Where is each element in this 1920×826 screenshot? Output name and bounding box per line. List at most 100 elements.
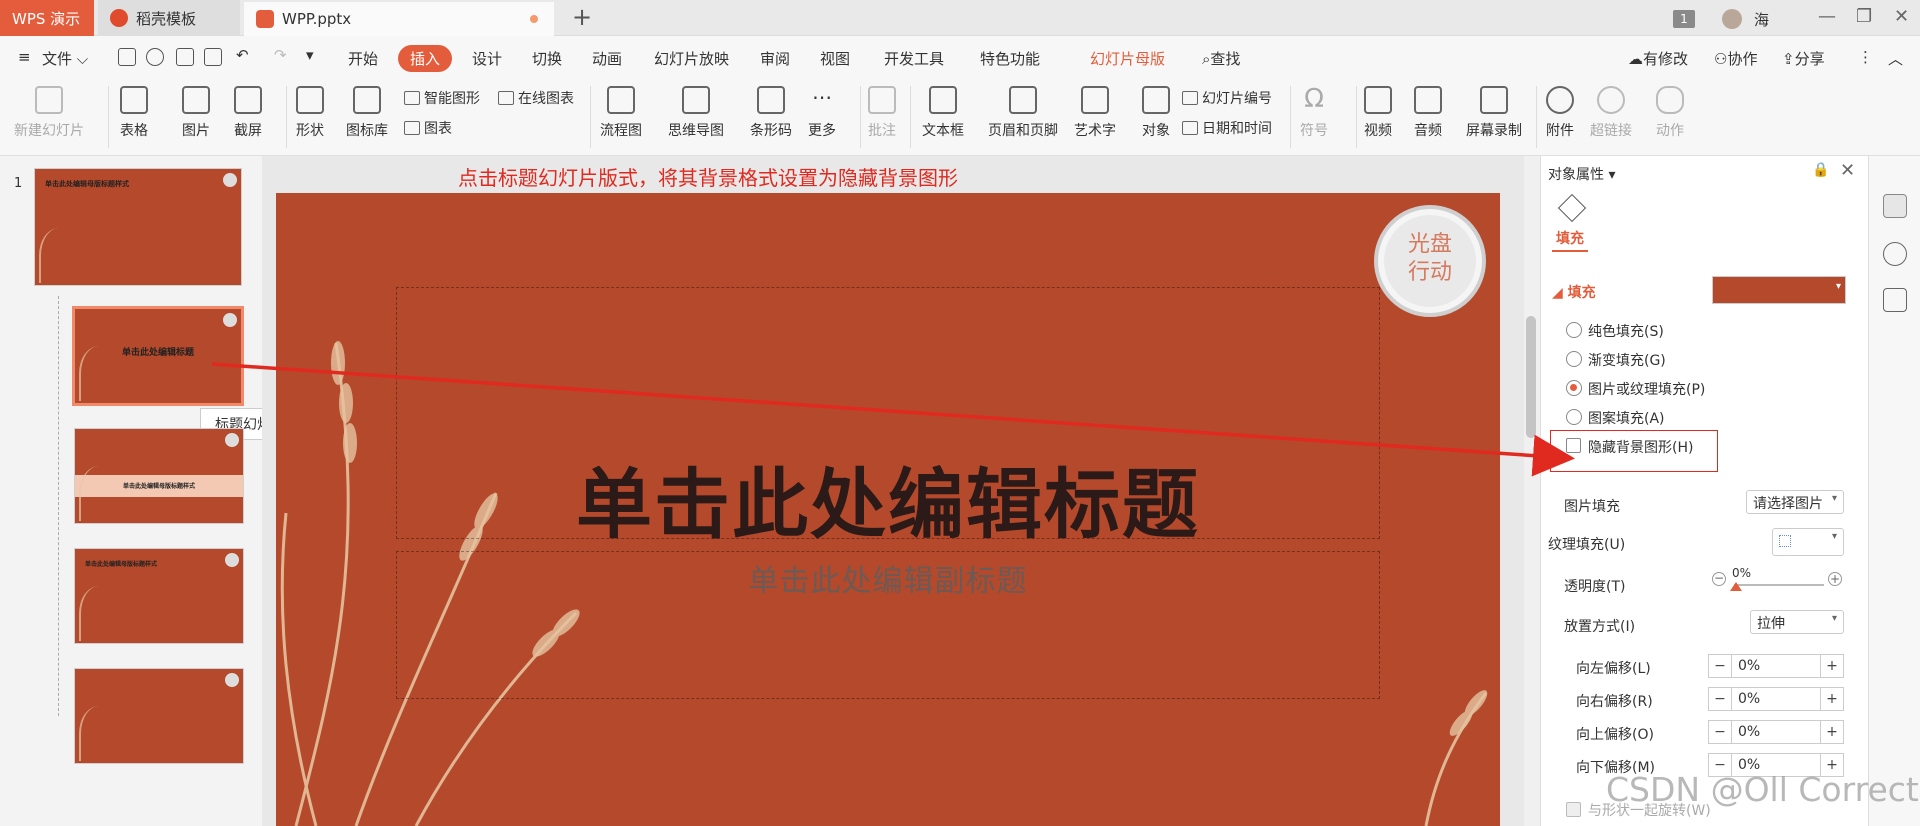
increment-button[interactable]: + bbox=[1821, 724, 1843, 740]
transfer-icon[interactable] bbox=[1883, 288, 1907, 312]
offset-right-value[interactable]: 0% bbox=[1731, 688, 1821, 710]
radio-gradient-fill[interactable] bbox=[1566, 351, 1582, 367]
save-icon[interactable] bbox=[118, 48, 136, 66]
title-layout-thumbnail[interactable]: 单击此处编辑标题 bbox=[72, 306, 244, 406]
menu-developer[interactable]: 开发工具 bbox=[884, 48, 944, 69]
wordart-button[interactable]: 艺术字 bbox=[1074, 86, 1116, 140]
menu-review[interactable]: 审阅 bbox=[760, 48, 790, 69]
collaborate-button[interactable]: ⚇协作 bbox=[1714, 48, 1757, 69]
slide-subtitle[interactable]: 单击此处编辑副标题 bbox=[276, 556, 1500, 600]
close-window-button[interactable]: ✕ bbox=[1894, 6, 1909, 27]
minimize-button[interactable]: — bbox=[1818, 6, 1836, 27]
picture-texture-fill-label[interactable]: 图片或纹理填充(P) bbox=[1588, 379, 1705, 399]
slide-number-button[interactable]: 幻灯片编号 bbox=[1182, 88, 1272, 108]
decrement-button[interactable]: − bbox=[1709, 658, 1731, 674]
table-button[interactable]: 表格 bbox=[120, 86, 148, 140]
undo-icon[interactable]: ↶ bbox=[236, 46, 249, 64]
offset-up-value[interactable]: 0% bbox=[1731, 721, 1821, 743]
master-thumbnail[interactable]: 单击此处编辑母版标题样式 bbox=[34, 168, 242, 286]
textbox-button[interactable]: 文本框 bbox=[922, 86, 964, 140]
shape-button[interactable]: 形状 bbox=[296, 86, 324, 140]
radio-solid-fill[interactable] bbox=[1566, 322, 1582, 338]
offset-right-stepper[interactable]: −0% + bbox=[1708, 687, 1844, 711]
attachment-button[interactable]: 附件 bbox=[1546, 86, 1574, 140]
transparency-slider-thumb[interactable] bbox=[1730, 582, 1742, 591]
gradient-fill-label[interactable]: 渐变填充(G) bbox=[1588, 350, 1666, 370]
share-button[interactable]: ⇪分享 bbox=[1782, 48, 1825, 69]
fill-preview-swatch[interactable]: ▾ bbox=[1712, 276, 1846, 304]
menu-search[interactable]: ⌕查找 bbox=[1202, 48, 1240, 69]
menu-hamburger-icon[interactable]: ≡ bbox=[18, 48, 31, 66]
modified-button[interactable]: ☁有修改 bbox=[1628, 48, 1688, 69]
properties-sliders-icon[interactable] bbox=[1883, 194, 1907, 218]
flowchart-button[interactable]: 流程图 bbox=[600, 86, 642, 140]
header-footer-button[interactable]: 页眉和页脚 bbox=[988, 86, 1058, 140]
transparency-increase-button[interactable]: + bbox=[1828, 572, 1842, 586]
barcode-button[interactable]: 条形码 bbox=[750, 86, 792, 140]
lock-icon[interactable]: 🔒 bbox=[1812, 162, 1829, 178]
window-count-badge[interactable]: 1 bbox=[1673, 10, 1695, 28]
transparency-decrease-button[interactable]: − bbox=[1712, 572, 1726, 586]
hide-background-checkbox[interactable] bbox=[1566, 438, 1581, 453]
slide-canvas[interactable]: 单击此处编辑标题 单击此处编辑副标题 光盘 行动 bbox=[276, 193, 1500, 826]
comment-button[interactable]: 批注 bbox=[868, 86, 896, 140]
date-time-button[interactable]: 日期和时间 bbox=[1182, 118, 1272, 138]
layout5-thumbnail[interactable] bbox=[74, 668, 244, 764]
menu-slide-master[interactable]: 幻灯片母版 bbox=[1090, 48, 1165, 69]
menu-special[interactable]: 特色功能 bbox=[980, 48, 1040, 69]
hide-background-label[interactable]: 隐藏背景图形(H) bbox=[1588, 437, 1693, 457]
scrollbar-thumb[interactable] bbox=[1526, 316, 1536, 438]
more-options-icon[interactable]: ⋮ bbox=[1858, 48, 1873, 66]
increment-button[interactable]: + bbox=[1821, 658, 1843, 674]
fill-section-header[interactable]: ◢ 填充 bbox=[1552, 282, 1596, 302]
restore-button[interactable]: ❐ bbox=[1856, 6, 1872, 27]
chart-button[interactable]: 图表 bbox=[404, 118, 452, 138]
online-chart-button[interactable]: 在线图表 bbox=[498, 88, 574, 108]
decrement-button[interactable]: − bbox=[1709, 724, 1731, 740]
menu-view[interactable]: 视图 bbox=[820, 48, 850, 69]
placement-select[interactable]: 拉伸 ▾ bbox=[1750, 610, 1844, 634]
layout4-thumbnail[interactable]: 单击此处编辑母版标题样式 bbox=[74, 548, 244, 644]
texture-fill-select[interactable]: ▾ bbox=[1772, 528, 1844, 556]
close-panel-icon[interactable]: ✕ bbox=[1840, 160, 1855, 181]
symbol-button[interactable]: Ω 符号 bbox=[1300, 86, 1328, 140]
screenshot-button[interactable]: 截屏 bbox=[234, 86, 262, 140]
pattern-fill-label[interactable]: 图案填充(A) bbox=[1588, 408, 1665, 428]
customize-arrow-icon[interactable]: ▾ bbox=[306, 46, 314, 64]
screen-record-button[interactable]: 屏幕录制 bbox=[1466, 86, 1522, 140]
avatar[interactable] bbox=[1722, 9, 1742, 29]
layout3-thumbnail[interactable]: 单击此处编辑母版标题样式 bbox=[74, 428, 244, 524]
more-button[interactable]: ⋯ 更多 bbox=[808, 86, 836, 140]
menu-slideshow[interactable]: 幻灯片放映 bbox=[654, 48, 729, 69]
offset-left-stepper[interactable]: −0% + bbox=[1708, 654, 1844, 678]
star-settings-icon[interactable] bbox=[1883, 242, 1907, 266]
mindmap-button[interactable]: 思维导图 bbox=[668, 86, 724, 140]
picture-fill-select[interactable]: 请选择图片 ▾ bbox=[1746, 490, 1844, 514]
new-tab-button[interactable]: + bbox=[572, 3, 592, 31]
user-name[interactable]: 海 bbox=[1754, 9, 1769, 30]
tab-wps-presentation[interactable]: WPS 演示 bbox=[0, 0, 94, 36]
rotate-with-shape-checkbox[interactable] bbox=[1566, 802, 1581, 817]
smart-shape-button[interactable]: 智能图形 bbox=[404, 88, 480, 108]
print-preview-icon[interactable] bbox=[204, 48, 222, 66]
menu-insert[interactable]: 插入 bbox=[398, 45, 453, 72]
panel-header[interactable]: 对象属性 ▾ bbox=[1548, 164, 1615, 184]
collapse-ribbon-icon[interactable]: ︿ bbox=[1888, 48, 1903, 69]
print-icon[interactable] bbox=[176, 48, 194, 66]
vertical-scrollbar[interactable] bbox=[1524, 156, 1540, 826]
menu-design[interactable]: 设计 bbox=[472, 48, 502, 69]
audio-button[interactable]: 音频 bbox=[1414, 86, 1442, 140]
tab-template[interactable]: 稻壳模板 bbox=[98, 0, 240, 36]
hyperlink-button[interactable]: 超链接 bbox=[1590, 86, 1632, 140]
menu-home[interactable]: 开始 bbox=[348, 48, 378, 69]
menu-file[interactable]: 文件 ⌵ bbox=[42, 48, 88, 69]
transparency-slider-track[interactable] bbox=[1734, 584, 1824, 586]
new-slide-button[interactable]: 新建幻灯片 bbox=[14, 86, 84, 140]
offset-left-value[interactable]: 0% bbox=[1731, 655, 1821, 677]
video-button[interactable]: 视频 bbox=[1364, 86, 1392, 140]
decrement-button[interactable]: − bbox=[1709, 691, 1731, 707]
object-button[interactable]: 对象 bbox=[1142, 86, 1170, 140]
radio-picture-texture-fill[interactable] bbox=[1566, 380, 1582, 396]
format-painter-icon[interactable] bbox=[146, 48, 164, 66]
tab-file-document[interactable]: WPP.pptx bbox=[244, 0, 554, 36]
